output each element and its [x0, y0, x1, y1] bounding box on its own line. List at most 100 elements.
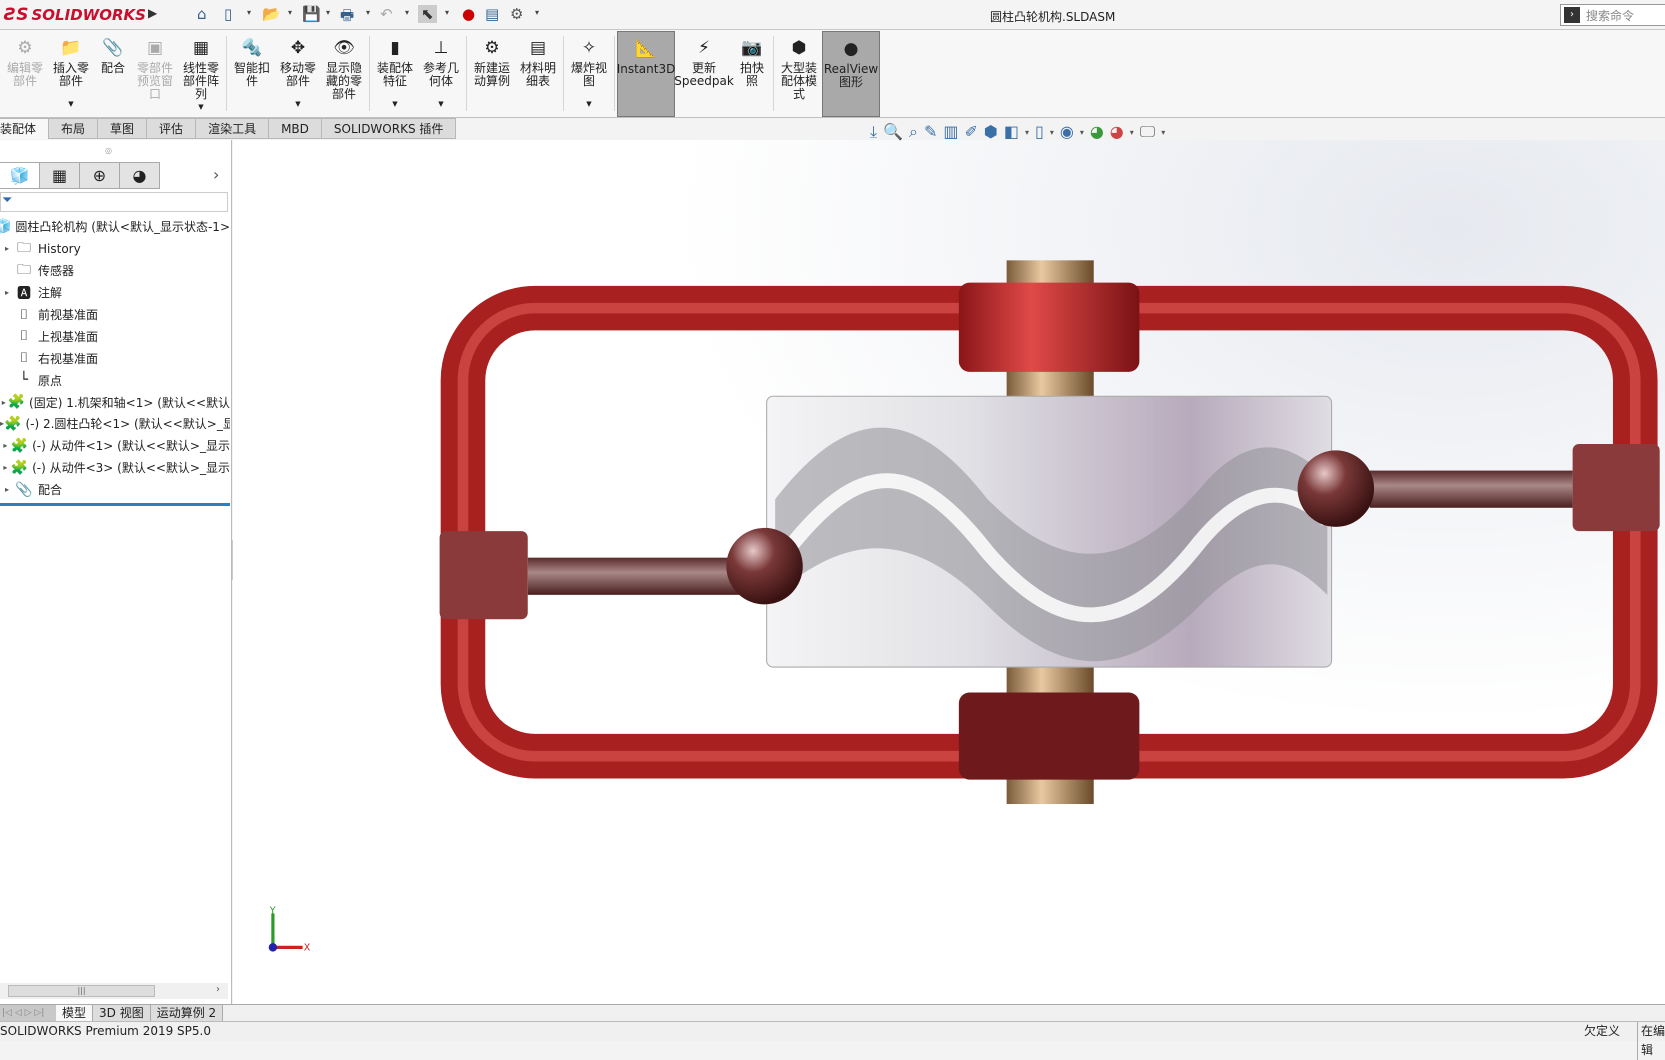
chevron-down-icon[interactable]: ▾ [445, 8, 449, 17]
bottom-tab[interactable]: 3D 视图 [93, 1005, 151, 1021]
chevron-down-icon[interactable]: ▾ [247, 8, 251, 17]
new-document-icon[interactable]: ▯ [224, 5, 232, 23]
scroll-right-arrow[interactable]: › [216, 984, 220, 995]
chevron-down-icon[interactable]: ▼ [198, 101, 203, 114]
ribbon-button-component-preview[interactable]: ▣ 零部件预览窗口 [132, 31, 178, 117]
view-settings-icon[interactable]: ◕ [1110, 122, 1124, 142]
ribbon-button-linear-pattern[interactable]: ▦ 线性零部件阵列 ▼ [178, 31, 224, 117]
bottom-tab[interactable]: 模型 [56, 1005, 94, 1021]
solidworks-logo[interactable]: ƧS SOLIDWORKS [4, 4, 146, 26]
view-orientation-icon[interactable]: ⬢ [984, 122, 998, 142]
chevron-down-icon[interactable]: ▾ [366, 8, 370, 17]
tree-item[interactable]: └ 原点 [0, 369, 230, 391]
ribbon-button-insert-component[interactable]: 📁 插入零部件 ▼ [48, 31, 94, 117]
scrollbar-thumb[interactable]: ||| [8, 985, 155, 997]
expand-arrow-icon[interactable]: ▸ [0, 398, 8, 407]
bottom-tab[interactable]: 运动算例 2 [150, 1005, 224, 1021]
filter-icon[interactable]: ⏷ [2, 193, 12, 208]
rebuild-traffic-light-icon[interactable]: ● [462, 5, 475, 23]
horizontal-scrollbar[interactable]: ||| › [0, 983, 228, 999]
tab-display-manager[interactable]: ◕ [120, 162, 160, 189]
chevron-down-icon[interactable]: ▾ [326, 8, 330, 17]
panel-tabs-more-arrow[interactable]: › [213, 165, 219, 184]
command-tab[interactable]: 草图 [98, 118, 148, 139]
undo-icon[interactable]: ↶ [380, 5, 393, 23]
command-tab[interactable]: 装配体 [0, 118, 50, 139]
view-normal-icon[interactable]: ⤓ [870, 122, 877, 142]
ribbon-button-exploded-view[interactable]: ✧ 爆炸视图 ▼ [566, 31, 612, 117]
command-tab[interactable]: 布局 [49, 118, 99, 139]
tree-item[interactable]: 🧊 圆柱凸轮机构 (默认<默认_显示状态-1> [0, 216, 230, 238]
chevron-down-icon[interactable]: ▾ [288, 8, 292, 17]
tab-property-manager[interactable]: ▦ [40, 162, 80, 189]
ribbon-button-snapshot[interactable]: 📷 拍快照 [733, 31, 771, 117]
save-icon[interactable]: 💾 [302, 5, 321, 23]
tree-item[interactable]: ▸ 🗀 History [0, 238, 230, 260]
panel-grip[interactable]: ◎ [105, 146, 112, 155]
search-commands-input[interactable]: › 搜索命令 [1560, 4, 1665, 26]
home-icon[interactable]: ⌂ [197, 5, 207, 23]
dynamic-annotation-icon[interactable]: ✐ [965, 122, 978, 142]
tree-item[interactable]: ▸ 🅰 注解 [0, 282, 230, 304]
command-tab[interactable]: 评估 [147, 118, 197, 139]
apply-scene-icon[interactable]: ◕ [1090, 122, 1104, 142]
open-icon[interactable]: 📂 [262, 5, 281, 23]
display-monitor-icon[interactable]: 🖵 [1140, 122, 1155, 142]
chevron-down-icon[interactable]: ▼ [68, 98, 73, 111]
expand-arrow-icon[interactable]: ▸ [0, 463, 11, 472]
file-properties-icon[interactable]: ▤ [485, 5, 499, 23]
tree-item[interactable]: ▸ 🧩 (-) 从动件<1> (默认<<默认>_显示 [0, 435, 230, 457]
expand-arrow-icon[interactable]: ▸ [0, 441, 11, 450]
expand-arrow-icon[interactable]: ▸ [0, 485, 14, 494]
hide-show-items-icon[interactable]: ▯ [1035, 122, 1044, 142]
tree-filter[interactable]: ⏷ [0, 192, 228, 212]
chevron-down-icon[interactable]: ▾ [1130, 128, 1134, 137]
chevron-down-icon[interactable]: ▾ [535, 8, 539, 17]
expand-arrow-icon[interactable]: ▸ [0, 288, 14, 297]
tab-configuration-manager[interactable]: ⊕ [80, 162, 120, 189]
expand-arrow-icon[interactable]: ▸ [0, 244, 14, 253]
tree-item[interactable]: ⌷ 右视基准面 [0, 347, 230, 369]
tab-feature-manager[interactable]: 🧊 [0, 162, 40, 189]
ribbon-button-edit-component[interactable]: ⚙ 编辑零部件 [2, 31, 48, 117]
menu-expand-arrow[interactable]: ▶ [148, 6, 162, 24]
ribbon-button-large-assembly[interactable]: ⬢ 大型装配体模式 [776, 31, 822, 117]
chevron-down-icon[interactable]: ▾ [1050, 128, 1054, 137]
chevron-down-icon[interactable]: ▾ [1161, 128, 1165, 137]
zoom-to-fit-icon[interactable]: 🔍 [883, 122, 903, 142]
section-view-icon[interactable]: ▥ [943, 122, 958, 142]
edit-appearance-icon[interactable]: ◉ [1060, 122, 1074, 142]
command-tab[interactable]: 渲染工具 [196, 118, 270, 139]
chevron-down-icon[interactable]: ▼ [295, 98, 300, 111]
ribbon-button-smart-fasteners[interactable]: 🔩 智能扣件 [229, 31, 275, 117]
ribbon-button-move-component[interactable]: ✥ 移动零部件 ▼ [275, 31, 321, 117]
tree-item[interactable]: ▸ 🧩 (-) 2.圆柱凸轮<1> (默认<<默认>_显 [0, 413, 230, 435]
command-tab[interactable]: SOLIDWORKS 插件 [321, 118, 457, 139]
tree-item[interactable]: 🗀 传感器 [0, 260, 230, 282]
ribbon-button-instant3d[interactable]: 📐 Instant3D [617, 31, 675, 117]
print-icon[interactable]: 🖶 [340, 5, 354, 30]
chevron-down-icon[interactable]: ▾ [405, 8, 409, 17]
tree-item[interactable]: ⌷ 上视基准面 [0, 325, 230, 347]
tree-item[interactable]: ▸ 📎 配合 [0, 479, 230, 501]
graphics-viewport[interactable] [233, 140, 1665, 1004]
chevron-down-icon[interactable]: ▼ [392, 98, 397, 111]
ribbon-button-motion-study[interactable]: ⚙ 新建运动算例 [469, 31, 515, 117]
ribbon-button-show-hidden[interactable]: 👁 显示隐藏的零部件 [321, 31, 367, 117]
tree-item[interactable]: ⌷ 前视基准面 [0, 304, 230, 326]
chevron-down-icon[interactable]: ▾ [1080, 128, 1084, 137]
command-tab[interactable]: MBD [269, 118, 322, 139]
gear-icon[interactable]: ⚙ [510, 5, 523, 23]
tree-item[interactable]: ▸ 🧩 (固定) 1.机架和轴<1> (默认<<默认 [0, 391, 230, 413]
chevron-down-icon[interactable]: ▼ [438, 98, 443, 111]
ribbon-button-reference-geometry[interactable]: ⊥ 参考几何体 ▼ [418, 31, 464, 117]
chevron-down-icon[interactable]: ▼ [586, 98, 591, 111]
tab-navigation-arrows[interactable]: |◁ ◁ ▷ ▷| [0, 1005, 56, 1021]
display-style-icon[interactable]: ◧ [1004, 122, 1019, 142]
ribbon-button-speedpak[interactable]: ⚡ 更新Speedpak [674, 31, 734, 117]
ribbon-button-bom[interactable]: ▤ 材料明细表 [515, 31, 561, 117]
chevron-down-icon[interactable]: ▾ [1025, 128, 1029, 137]
ribbon-button-assembly-feature[interactable]: ▮ 装配体特征 ▼ [372, 31, 418, 117]
previous-view-icon[interactable]: ✎ [924, 122, 937, 142]
tree-item[interactable]: ▸ 🧩 (-) 从动件<3> (默认<<默认>_显示 [0, 457, 230, 479]
